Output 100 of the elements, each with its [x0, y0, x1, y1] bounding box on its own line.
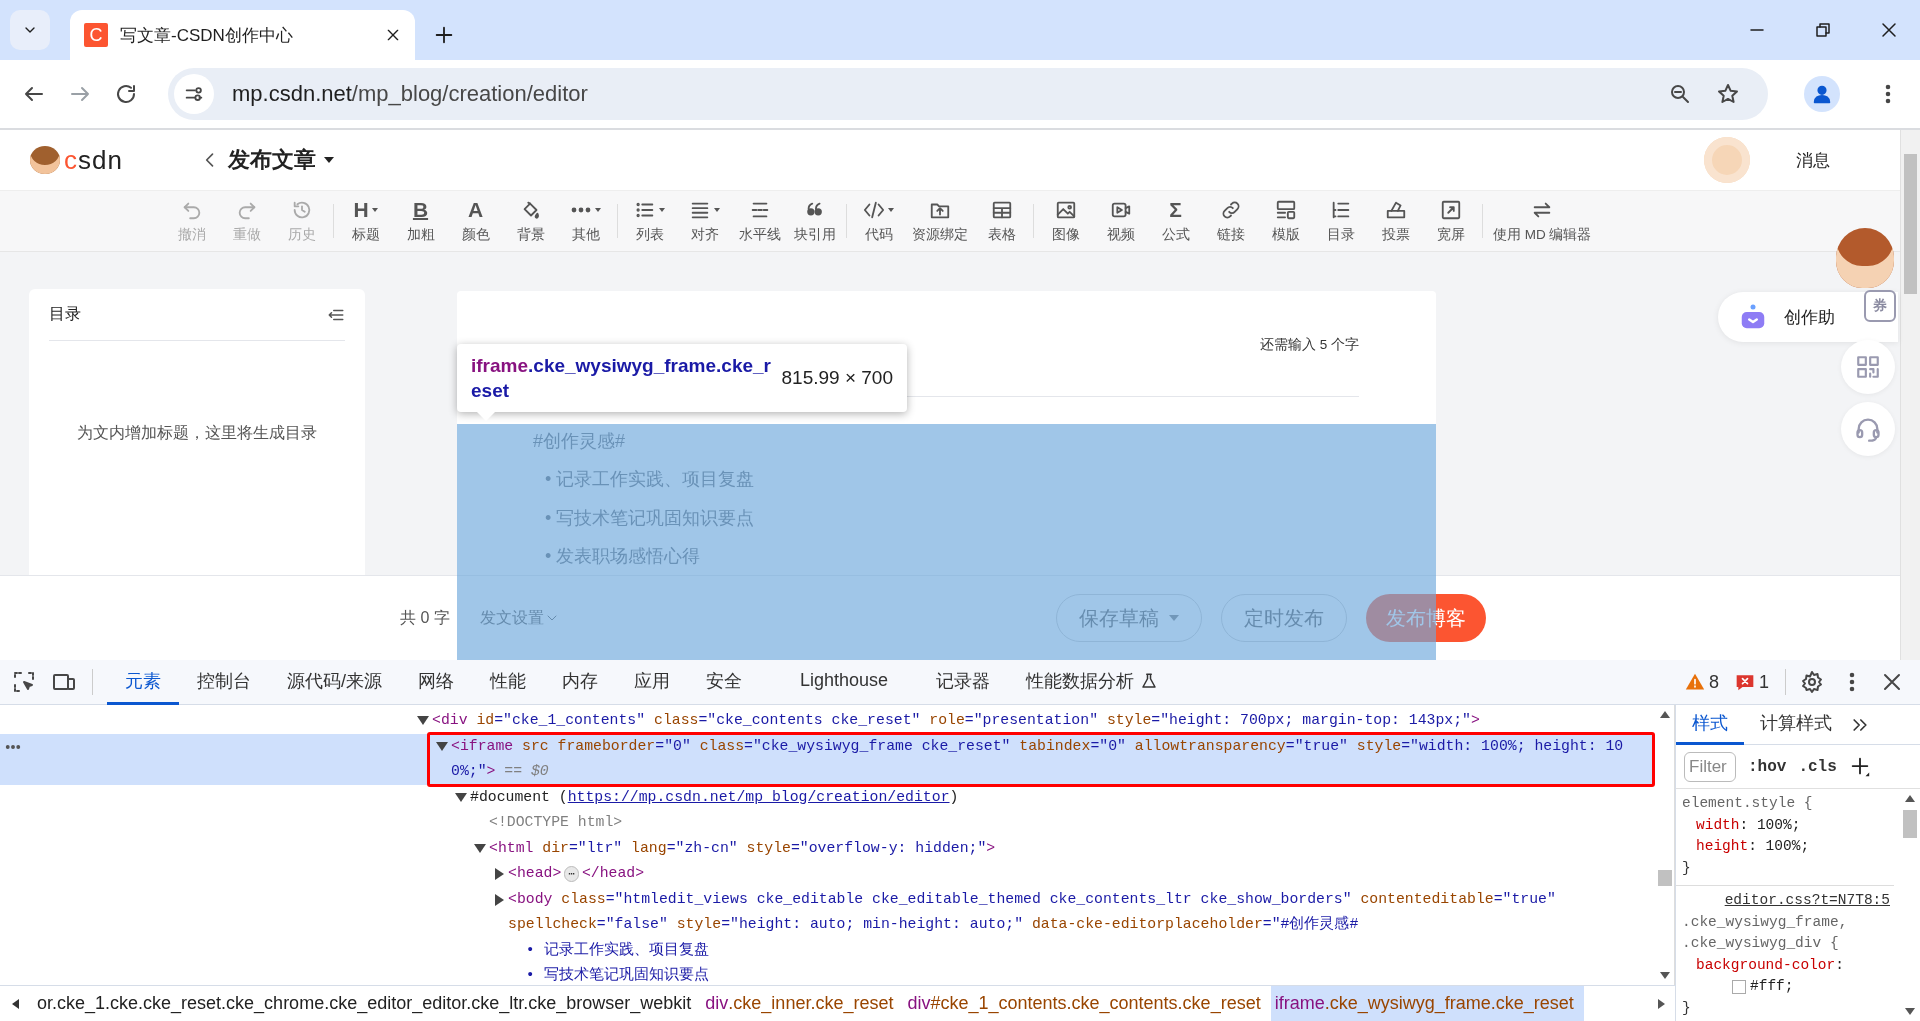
warnings-counter[interactable]: 8 [1684, 671, 1719, 693]
toolbar-button[interactable]: 对齐 [677, 198, 732, 244]
styles-tab[interactable]: 样式 [1676, 705, 1744, 745]
star-icon[interactable] [1716, 82, 1740, 106]
toolbar-button[interactable]: 视频 [1093, 198, 1148, 244]
dom-node[interactable]: <!DOCTYPE html> [489, 810, 623, 836]
inspect-element-icon[interactable] [12, 670, 36, 694]
toolbar-button[interactable]: 块引用 [787, 198, 842, 244]
glyph-icon: Σ [1169, 199, 1182, 221]
toolbar-button[interactable]: 其他 [558, 198, 613, 244]
messages-link[interactable]: 消息 [1796, 148, 1830, 172]
dom-node[interactable]: <html dir="ltr" lang="zh-cn" style="overflow-y: hidden;"> [489, 835, 996, 861]
settings-icon[interactable] [1800, 670, 1824, 694]
scrollbar[interactable] [1655, 705, 1675, 985]
breadcrumb[interactable]: or.cke_1.cke.cke_reset.cke_chrome.cke_editor_editor.cke_ltr.cke_browser_webkit [33, 986, 702, 1021]
scroll-left-arrow[interactable] [12, 998, 19, 1009]
element-size: 815.99 × 700 [781, 367, 893, 389]
toolbar-button[interactable]: 代码 [851, 198, 906, 244]
toolbar-button[interactable]: 列表 [622, 198, 677, 244]
filter-field[interactable]: Filter [1684, 751, 1736, 782]
layout-icon [1274, 199, 1297, 221]
glyph-icon: H [353, 199, 369, 221]
close-icon[interactable] [1880, 21, 1898, 39]
element-selector: iframe.cke_wysiwyg_frame.cke_reset [471, 354, 771, 403]
toolbar-button[interactable]: 图像 [1038, 198, 1093, 244]
css-brace: } [1682, 858, 1692, 878]
toolbar-button[interactable]: 投票 [1368, 198, 1423, 244]
empty-hint: 为文内增加标题，这里将生成目录 [76, 423, 318, 443]
scrollbar[interactable] [1900, 130, 1920, 660]
css-declaration[interactable]: width: 100%; [1696, 814, 1801, 836]
panel-tab[interactable]: Lighthouse [760, 659, 919, 705]
browser-tab[interactable]: C 写文章-CSDN创作中心 [70, 10, 415, 60]
logo-text: csdn [64, 144, 123, 176]
toolbar-button[interactable]: 背景 [503, 198, 558, 244]
toolbar-button[interactable]: 资源绑定 [906, 198, 974, 244]
close-icon[interactable] [385, 27, 401, 43]
error-icon [1735, 672, 1755, 692]
source-link[interactable]: editor.css?t=N7T8:5 [1682, 890, 1890, 912]
panel-tab[interactable]: 记录器 [918, 659, 1009, 705]
dom-node[interactable]: <div id="cke_1_contents" class="cke_contents cke_reset" role="presentation" style="height: 700px; margin-top: 143px;"> [432, 708, 1480, 734]
restore-icon[interactable] [1814, 21, 1832, 39]
glyph-icon: A [467, 199, 484, 221]
person-icon [1811, 83, 1833, 105]
css-declaration[interactable]: height: 100%; [1696, 836, 1810, 858]
expand-icon [1439, 199, 1462, 221]
char-counter: 还需输入 5 个字 [1260, 335, 1359, 354]
url-text: mp.csdn.net/mp_blog/creation/editor [232, 81, 588, 107]
panel-tab[interactable]: 性能 [472, 659, 544, 705]
toolbar-button[interactable]: 宽屏 [1423, 198, 1478, 244]
dom-node[interactable]: <body class="htmledit_views cke_editable cke_editable_themed cke_contents_ltr cke_show_borders" contenteditable="true" spellcheck="false" style="height: auto; min-height: auto;" data-cke-editorplaceholder="#创作灵感# • 记录工作实践、项目复盘 • 写技术笔记巩固知识要点 [508, 886, 1556, 985]
warning-icon [1684, 672, 1705, 692]
logo-icon [30, 146, 60, 174]
more-icon [570, 207, 592, 213]
image-icon [1054, 199, 1077, 221]
toolbar-button[interactable]: 使用 MD 编辑器 [1487, 198, 1598, 244]
panel-tab[interactable]: 源代码/来源 [269, 659, 400, 705]
toolbar-button[interactable]: 链接 [1203, 198, 1258, 244]
panel-tab[interactable]: 控制台 [179, 659, 269, 705]
tab-title: 写文章-CSDN创作中心 [120, 24, 294, 47]
panel-tab[interactable]: 安全 [688, 659, 760, 705]
panel-tab[interactable]: 网络 [400, 659, 472, 705]
toggle-button[interactable]: :hov [1748, 757, 1787, 776]
breadcrumb[interactable]: iframe.cke_wysiwyg_frame.cke_reset [1270, 986, 1584, 1021]
toolbar-button[interactable]: A 颜色 [448, 198, 503, 244]
table-icon [990, 199, 1013, 221]
errors-counter[interactable]: 1 [1735, 671, 1769, 693]
glyph-icon: B [412, 199, 429, 221]
toolbar-button[interactable]: 表格 [974, 198, 1029, 244]
dom-node[interactable]: #document (https://mp.csdn.net/mp_blog/creation/editor) [470, 784, 959, 810]
toolbar-button[interactable]: B 加粗 [393, 198, 448, 244]
css-selector: .cke_wysiwyg_div { [1682, 934, 1840, 953]
panel-tab[interactable]: 元素 [107, 659, 179, 705]
panel-tab[interactable]: 应用 [616, 659, 688, 705]
reload-icon[interactable] [114, 82, 138, 106]
panel-tab[interactable]: 内存 [544, 659, 616, 705]
scroll-right-arrow[interactable] [1658, 998, 1665, 1009]
panel-title: 目录 [49, 304, 81, 324]
css-declaration[interactable]: background-color: [1696, 954, 1844, 976]
breadcrumb[interactable]: div.cke_inner.cke_reset [701, 986, 904, 1021]
toolbar-button[interactable]: Σ 公式 [1148, 198, 1203, 244]
css-declaration[interactable]: #fff; [1750, 976, 1794, 998]
css-selector: element.style { [1682, 794, 1814, 813]
toolbar-button[interactable]: H 标题 [338, 198, 393, 244]
address-bar[interactable]: mp.csdn.net/mp_blog/creation/editor [168, 68, 1768, 120]
toolbar-button[interactable]: 水平线 [732, 198, 787, 244]
color-swatch[interactable] [1732, 979, 1746, 994]
word-count: 共 0 字 [400, 607, 450, 628]
zoom-out-icon[interactable] [1668, 82, 1692, 106]
plus-icon[interactable] [433, 24, 455, 46]
panel-tab[interactable]: 性能数据分析 [1008, 659, 1177, 705]
styles-tab[interactable]: 计算样式 [1744, 705, 1848, 745]
dom-node[interactable]: <head> ⋯ </head> [508, 861, 645, 887]
toolbar-button[interactable]: 目录 [1313, 198, 1368, 244]
qr-code-icon [1855, 354, 1881, 380]
breadcrumb[interactable]: div#cke_1_contents.cke_contents.cke_reset [903, 986, 1271, 1021]
profile-button[interactable] [1804, 76, 1840, 112]
page-title[interactable]: 发布文章 [228, 145, 316, 175]
toolbar-button[interactable]: 模版 [1258, 198, 1313, 244]
ballot-icon [1384, 199, 1407, 221]
toggle-button[interactable]: .cls [1798, 757, 1837, 776]
